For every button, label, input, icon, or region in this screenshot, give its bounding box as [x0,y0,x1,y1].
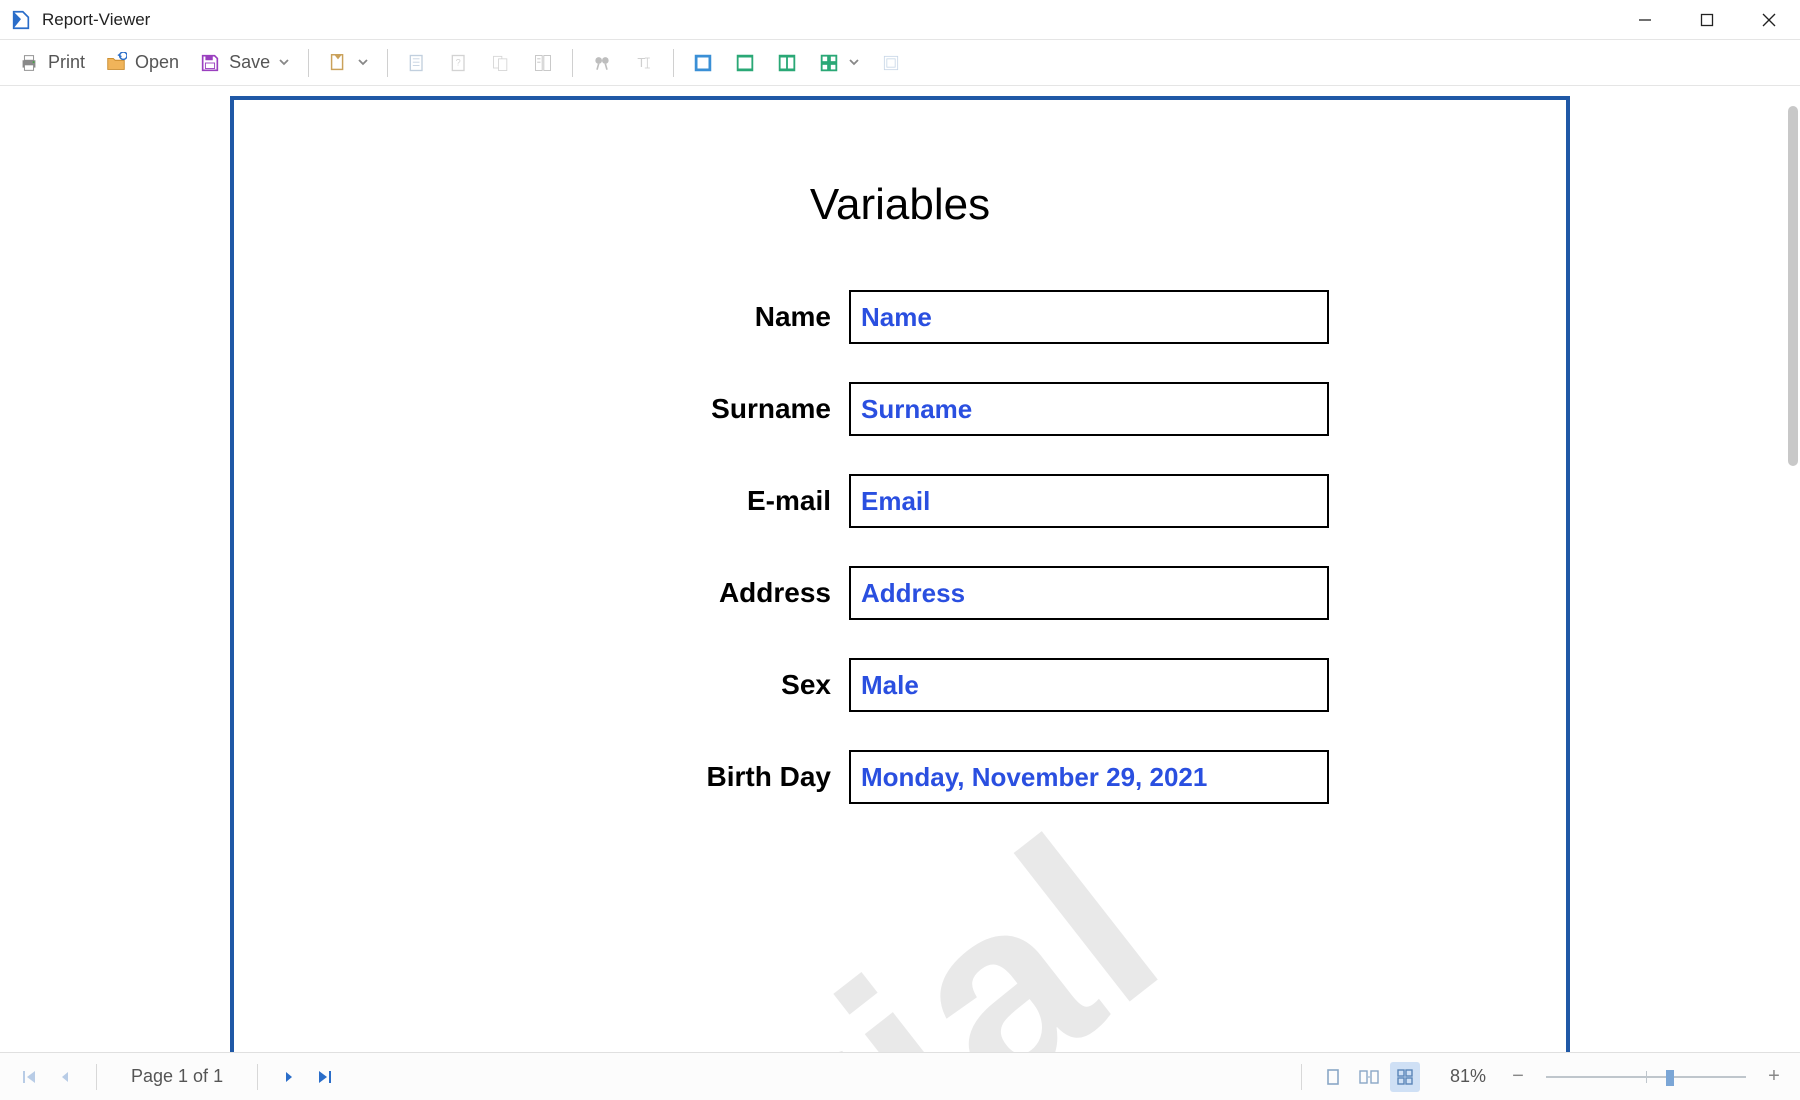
field-value: Name [849,290,1329,344]
editor-button[interactable]: T [625,46,663,80]
zoom-slider[interactable] [1546,1067,1746,1087]
bookmarks-button[interactable] [482,46,520,80]
maximize-button[interactable] [1676,0,1738,39]
zoom-in-button[interactable]: + [1762,1065,1786,1089]
toolbar-separator [673,49,674,77]
parameters-button[interactable] [398,46,436,80]
save-button[interactable]: Save [191,46,298,80]
toolbar: Print Open Save ? T [0,40,1800,86]
report-page: Trial Variables Name Name Surname Surnam… [230,96,1570,1052]
toolbar-separator [308,49,309,77]
next-page-button[interactable] [274,1062,304,1092]
field-label: Surname [471,393,831,425]
dot-matrix-button[interactable] [872,46,910,80]
field-label: Name [471,301,831,333]
watermark: Trial [585,777,1214,1052]
titlebar: Report-Viewer [0,0,1800,40]
field-value: Surname [849,382,1329,436]
multi-pages-icon [818,52,840,74]
thumbnails-icon [532,52,554,74]
page-setup-icon [327,52,349,74]
chevron-down-icon [278,55,290,71]
field-value: Email [849,474,1329,528]
full-page-button[interactable] [684,46,722,80]
open-icon [105,52,127,74]
window-title: Report-Viewer [42,10,150,30]
toolbar-separator [572,49,573,77]
field-row-address: Address Address [471,566,1329,620]
print-button[interactable]: Print [10,46,93,80]
print-icon [18,52,40,74]
print-label: Print [48,52,85,73]
svg-text:?: ? [456,57,461,67]
dot-matrix-icon [880,52,902,74]
field-value: Monday, November 29, 2021 [849,750,1329,804]
field-row-name: Name Name [471,290,1329,344]
two-pages-icon [776,52,798,74]
field-label: Sex [471,669,831,701]
last-page-button[interactable] [310,1062,340,1092]
thumbnails-button[interactable] [524,46,562,80]
save-icon [199,52,221,74]
chevron-down-icon [848,55,860,71]
resources-icon: ? [448,52,470,74]
zoom-label: 81% [1450,1066,1486,1087]
minimize-button[interactable] [1614,0,1676,39]
statusbar: Page 1 of 1 81% − + [0,1052,1800,1100]
zoom-out-button[interactable]: − [1506,1065,1530,1089]
view-continuous-button[interactable] [1354,1062,1384,1092]
chevron-down-icon [357,55,369,71]
statusbar-separator [1301,1064,1302,1090]
page-width-button[interactable] [726,46,764,80]
page-width-icon [734,52,756,74]
two-pages-button[interactable] [768,46,806,80]
report-viewport[interactable]: Trial Variables Name Name Surname Surnam… [0,86,1800,1052]
prev-page-button[interactable] [50,1062,80,1092]
zoom-slider-thumb[interactable] [1666,1070,1674,1086]
first-page-button[interactable] [14,1062,44,1092]
resources-button[interactable]: ? [440,46,478,80]
multi-pages-button[interactable] [810,46,868,80]
page-indicator: Page 1 of 1 [113,1066,241,1087]
app-icon [10,9,32,31]
full-page-icon [692,52,714,74]
field-row-surname: Surname Surname [471,382,1329,436]
statusbar-separator [96,1064,97,1090]
find-button[interactable] [583,46,621,80]
field-row-email: E-mail Email [471,474,1329,528]
vertical-scrollbar[interactable] [1788,106,1798,466]
close-button[interactable] [1738,0,1800,39]
editor-icon: T [633,52,655,74]
report-title: Variables [234,180,1566,230]
field-value: Male [849,658,1329,712]
field-label: Address [471,577,831,609]
find-icon [591,52,613,74]
svg-text:T: T [637,55,645,70]
view-multiple-button[interactable] [1390,1062,1420,1092]
toolbar-separator [387,49,388,77]
statusbar-separator [257,1064,258,1090]
field-row-birthday: Birth Day Monday, November 29, 2021 [471,750,1329,804]
field-row-sex: Sex Male [471,658,1329,712]
view-single-button[interactable] [1318,1062,1348,1092]
parameters-icon [406,52,428,74]
open-button[interactable]: Open [97,46,187,80]
open-label: Open [135,52,179,73]
save-label: Save [229,52,270,73]
field-label: Birth Day [471,761,831,793]
bookmarks-icon [490,52,512,74]
field-label: E-mail [471,485,831,517]
page-setup-button[interactable] [319,46,377,80]
field-value: Address [849,566,1329,620]
